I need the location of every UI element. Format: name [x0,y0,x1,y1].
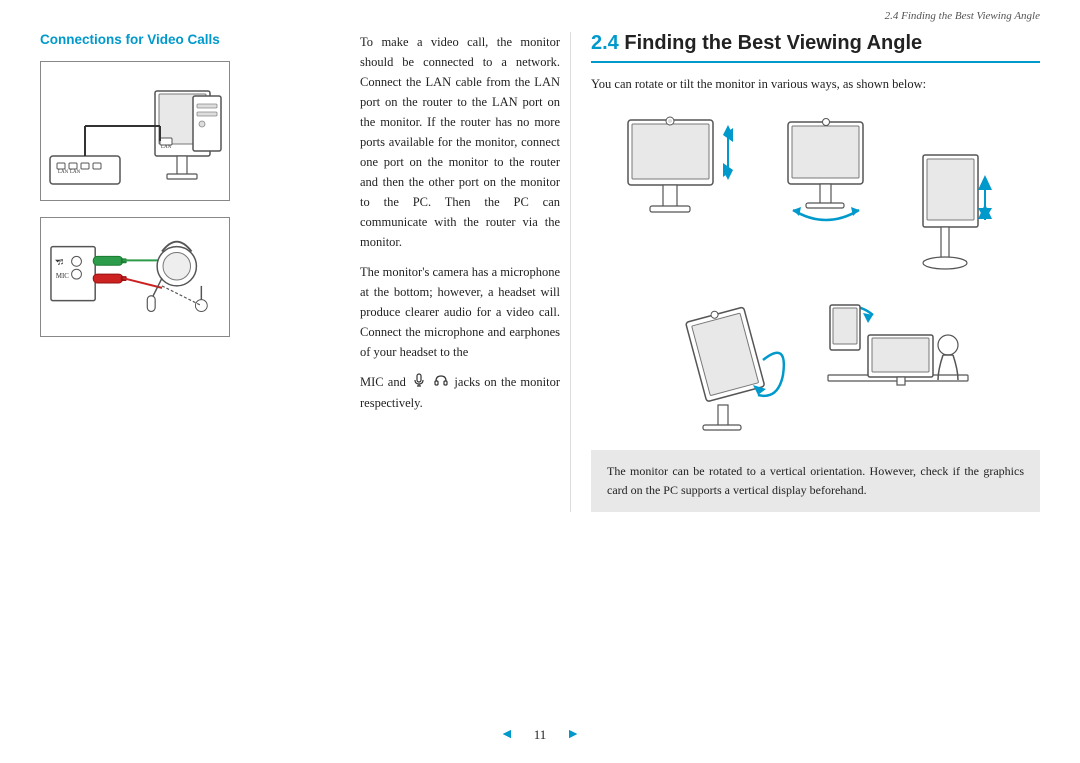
right-section-title: 2.4 Finding the Best Viewing Angle [591,32,1040,63]
description-column: To make a video call, the monitor should… [350,32,570,512]
svg-text:🞃: 🞃 [55,255,61,264]
page-breadcrumb: 2.4 Finding the Best Viewing Angle [0,0,1080,22]
desc-para3: MIC and jacks on the monitor respectivel… [360,372,560,413]
svg-text:LAN: LAN [161,145,172,150]
desc-para1: To make a video call, the monitor should… [360,32,560,252]
swivel-diagram [763,110,893,260]
headphone-icon [434,373,448,393]
left-column: Connections for Video Calls LAN LAN [40,32,350,512]
tilt-diagram [608,110,753,260]
page-footer: ◄ 11 ► [0,727,1080,743]
svg-text:LAN: LAN [58,170,69,175]
note-box: The monitor can be rotated to a vertical… [591,450,1040,512]
svg-text:LAN: LAN [70,170,81,175]
viewing-diagrams-grid [591,110,1040,450]
right-column: 2.4 Finding the Best Viewing Angle You c… [570,32,1040,512]
mic-icon [412,373,426,393]
pivot-diagram [653,285,808,450]
prev-page-button[interactable]: ◄ [500,727,514,743]
page-number: 11 [534,727,547,743]
next-page-button[interactable]: ► [566,727,580,743]
headset-diagram: ♬ 🞃 MIC [40,217,230,337]
viewing-angle-description: You can rotate or tilt the monitor in va… [591,77,1040,92]
network-diagram: LAN LAN LAN [40,61,230,201]
height-diagram [903,110,1023,275]
svg-text:MIC: MIC [56,273,69,280]
desc-para2: The monitor's camera has a microphone at… [360,262,560,362]
left-section-title: Connections for Video Calls [40,32,340,47]
person-desk-diagram [818,285,978,415]
